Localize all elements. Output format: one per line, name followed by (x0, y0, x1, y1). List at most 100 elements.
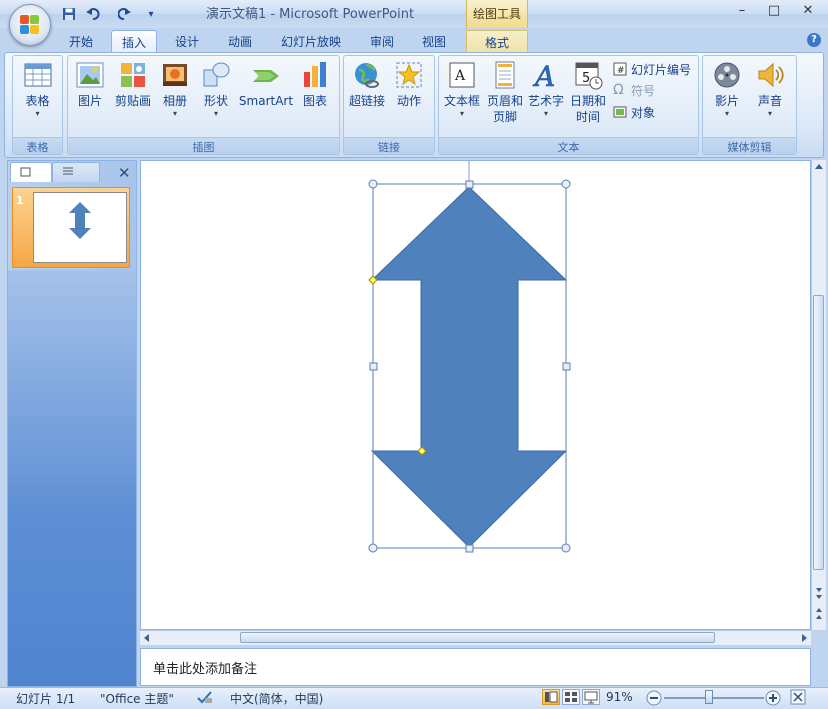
zoom-level[interactable]: 91% (606, 690, 633, 704)
handle-bottom-right (561, 543, 571, 553)
object-icon (613, 105, 627, 119)
table-button[interactable]: 表格 ▾ (16, 60, 59, 119)
sound-label: 声音 (757, 94, 782, 108)
outline-tab-icon (63, 167, 73, 175)
chart-button[interactable]: 图表 (298, 60, 332, 109)
tab-outline[interactable] (52, 162, 100, 182)
slide-number-button[interactable]: # 幻灯片编号 (613, 60, 691, 78)
handle-middle-right (562, 362, 571, 371)
svg-text:5: 5 (582, 71, 590, 86)
notes-placeholder: 单击此处添加备注 (153, 662, 258, 677)
album-button[interactable]: 相册 ▾ (158, 60, 192, 119)
header-footer-label-1: 页眉和 (486, 94, 523, 108)
hyperlink-label: 超链接 (348, 94, 385, 108)
close-pane-icon[interactable]: ✕ (118, 164, 131, 182)
handle-middle-left (369, 362, 378, 371)
horizontal-scroll-thumb[interactable] (240, 632, 715, 643)
office-button[interactable] (9, 4, 51, 46)
movie-dropdown-icon: ▾ (724, 109, 729, 118)
wordart-button[interactable]: A 艺术字 ▾ (527, 60, 565, 119)
textbox-icon: A (447, 60, 477, 90)
shapes-icon (201, 60, 231, 90)
datetime-label-2: 时间 (575, 110, 600, 124)
minimize-button[interactable]: – (728, 3, 756, 21)
clipart-label: 剪贴画 (114, 94, 151, 108)
slideshow-view-button[interactable] (582, 689, 600, 705)
tab-animation[interactable]: 动画 (218, 30, 262, 52)
picture-label: 图片 (77, 94, 102, 108)
slide-edit-area[interactable] (140, 160, 811, 630)
fit-to-window-icon[interactable] (790, 689, 806, 708)
notes-pane[interactable]: 单击此处添加备注 (140, 648, 811, 686)
tab-slides[interactable] (10, 162, 52, 182)
shapes-button[interactable]: 形状 ▾ (198, 60, 234, 119)
slide-number-label: 幻灯片编号 (631, 62, 692, 77)
textbox-button[interactable]: A 文本框 ▾ (442, 60, 482, 119)
slide-thumbnail-number: 1 (16, 194, 24, 207)
group-label-tables: 表格 (13, 137, 62, 154)
tab-view[interactable]: 视图 (412, 30, 456, 52)
thumbnail-up-down-arrow (69, 202, 91, 239)
picture-icon (75, 60, 105, 90)
tab-home[interactable]: 开始 (60, 30, 102, 52)
zoom-slider-thumb[interactable] (705, 690, 713, 704)
group-label-text: 文本 (439, 137, 698, 154)
textbox-dropdown-icon: ▾ (459, 109, 464, 118)
action-label: 动作 (396, 94, 421, 108)
zoom-out-icon[interactable] (646, 690, 662, 709)
zoom-slider-track[interactable] (664, 697, 764, 699)
normal-view-button[interactable] (542, 689, 560, 705)
svg-text:A: A (454, 68, 466, 84)
status-language[interactable]: 中文(简体，中国) (230, 690, 323, 707)
slide-sorter-icon (565, 692, 577, 702)
hyperlink-button[interactable]: 超链接 (346, 60, 388, 109)
chart-label: 图表 (302, 94, 327, 108)
help-icon[interactable]: ? (807, 33, 821, 47)
object-button[interactable]: 对象 (613, 103, 655, 121)
header-footer-button[interactable]: 页眉和 页脚 (485, 60, 525, 125)
header-footer-label-2: 页脚 (492, 110, 517, 124)
clipart-button[interactable]: 剪贴画 (112, 60, 154, 109)
chart-icon (300, 60, 330, 90)
action-button[interactable]: 动作 (392, 60, 426, 109)
slide-canvas (368, 161, 571, 553)
album-label: 相册 (162, 94, 187, 108)
vertical-scroll-thumb[interactable] (813, 295, 824, 570)
symbol-label: 符号 (631, 83, 656, 98)
table-label: 表格 (25, 94, 50, 108)
svg-text:A: A (532, 60, 555, 90)
tab-insert[interactable]: 插入 (111, 30, 157, 52)
status-theme: "Office 主题" (100, 692, 174, 706)
action-star-icon (394, 60, 424, 90)
slideshow-icon (584, 691, 598, 704)
office-logo-icon (20, 15, 40, 35)
shapes-dropdown-icon: ▾ (213, 109, 218, 118)
normal-view-icon (545, 691, 558, 703)
slides-pane-background (8, 270, 136, 686)
table-dropdown-icon: ▾ (35, 109, 40, 118)
omega-icon: Ω (613, 82, 624, 98)
picture-button[interactable]: 图片 (73, 60, 107, 109)
symbol-button[interactable]: Ω 符号 (613, 81, 655, 99)
tab-review[interactable]: 审阅 (360, 30, 404, 52)
zoom-in-icon[interactable] (765, 690, 781, 709)
handle-bottom-left (368, 543, 378, 553)
smartart-button[interactable]: SmartArt (238, 60, 294, 109)
datetime-button[interactable]: 5 日期和 时间 (568, 60, 608, 125)
header-footer-icon (490, 60, 520, 90)
tab-slideshow[interactable]: 幻灯片放映 (270, 30, 352, 52)
slide-thumbnail[interactable] (33, 192, 127, 263)
album-dropdown-icon: ▾ (172, 109, 177, 118)
tab-format[interactable]: 格式 (466, 30, 528, 52)
wordart-icon: A (531, 60, 561, 94)
close-window-button[interactable]: ✕ (794, 3, 822, 21)
spellcheck-icon[interactable] (196, 689, 214, 708)
textbox-label: 文本框 (443, 94, 480, 108)
movie-button[interactable]: 影片 ▾ (707, 60, 747, 119)
slide-sorter-view-button[interactable] (562, 689, 580, 705)
maximize-button[interactable]: □ (760, 3, 788, 21)
group-label-links: 链接 (344, 137, 434, 154)
sound-button[interactable]: 声音 ▾ (751, 60, 789, 119)
tab-design[interactable]: 设计 (165, 30, 209, 52)
slides-tab-icon (20, 167, 31, 177)
